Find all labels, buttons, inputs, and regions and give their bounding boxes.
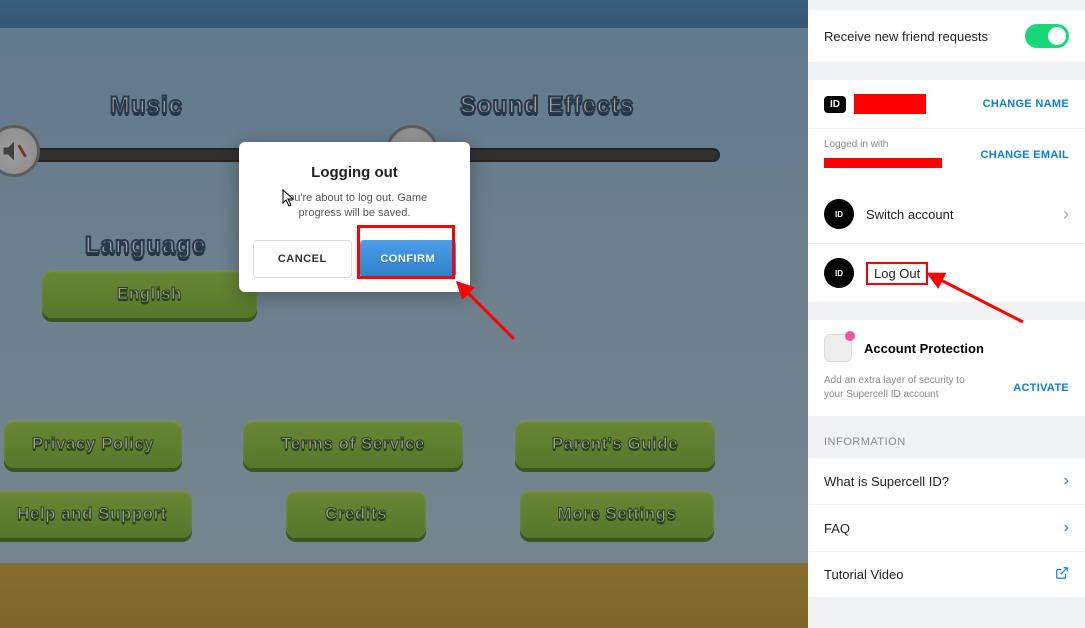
modal-title: Logging out	[253, 164, 456, 181]
modal-body: You're about to log out. Game progress w…	[253, 191, 456, 222]
information-header: INFORMATION	[808, 416, 1085, 458]
friend-requests-toggle[interactable]	[1025, 24, 1069, 48]
id-value-redacted	[854, 94, 926, 114]
tutorial-label: Tutorial Video	[824, 567, 904, 582]
email-row: Logged in with CHANGE EMAIL	[808, 129, 1085, 185]
protection-title: Account Protection	[864, 341, 984, 356]
logout-label: Log Out	[866, 262, 928, 285]
switch-account-row[interactable]: ID Switch account ›	[808, 185, 1085, 244]
what-is-label: What is Supercell ID?	[824, 474, 949, 489]
logout-row[interactable]: ID Log Out	[808, 244, 1085, 302]
email-value-redacted	[824, 158, 942, 168]
cancel-button[interactable]: CANCEL	[253, 240, 352, 278]
faq-label: FAQ	[824, 521, 850, 536]
change-name-link[interactable]: CHANGE NAME	[983, 98, 1069, 110]
chevron-right-icon: ›	[1063, 204, 1069, 225]
what-is-row[interactable]: What is Supercell ID? ›	[808, 458, 1085, 505]
logged-in-label: Logged in with	[824, 139, 942, 150]
friend-requests-row: Receive new friend requests	[808, 10, 1085, 62]
account-protection-section: Account Protection Add an extra layer of…	[808, 320, 1085, 416]
switch-account-icon: ID	[824, 199, 854, 229]
logout-modal: Logging out You're about to log out. Gam…	[239, 142, 470, 292]
supercell-id-sidebar: Receive new friend requests ID CHANGE NA…	[808, 0, 1085, 628]
friend-requests-label: Receive new friend requests	[824, 29, 988, 44]
id-badge: ID	[824, 96, 846, 113]
protection-description: Add an extra layer of security to your S…	[824, 374, 984, 402]
id-row: ID CHANGE NAME	[808, 80, 1085, 129]
activate-link[interactable]: ACTIVATE	[1013, 382, 1069, 394]
modal-backdrop	[0, 0, 808, 628]
confirm-button[interactable]: CONFIRM	[360, 240, 457, 278]
chevron-right-icon: ›	[1064, 472, 1069, 490]
external-link-icon	[1055, 566, 1069, 583]
tutorial-row[interactable]: Tutorial Video	[808, 552, 1085, 598]
chevron-right-icon: ›	[1064, 519, 1069, 537]
shield-icon	[824, 334, 852, 362]
switch-account-label: Switch account	[866, 207, 953, 222]
faq-row[interactable]: FAQ ›	[808, 505, 1085, 552]
logout-icon: ID	[824, 258, 854, 288]
change-email-link[interactable]: CHANGE EMAIL	[980, 149, 1069, 161]
